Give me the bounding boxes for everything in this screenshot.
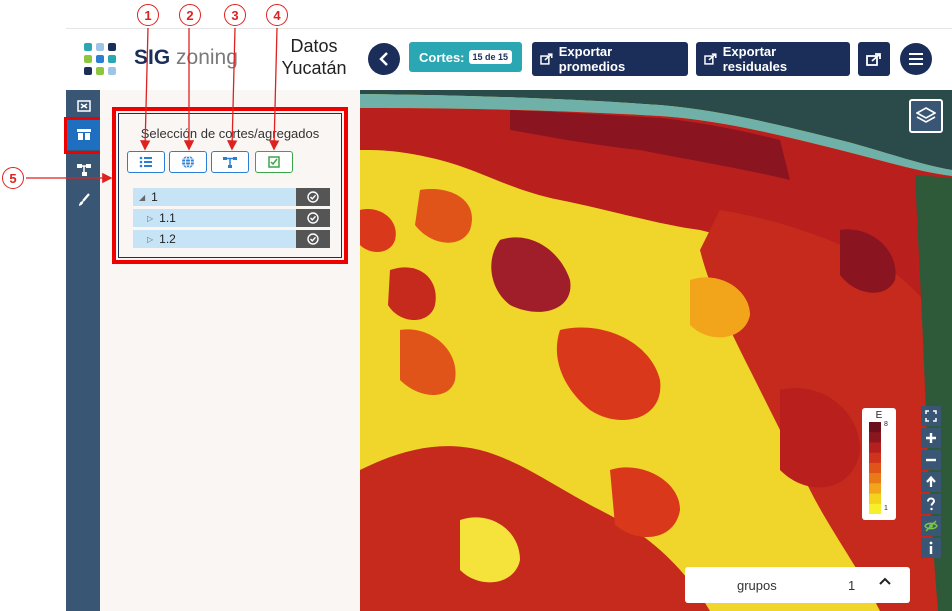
panel-title: Selección de cortes/agregados (140, 126, 320, 141)
back-button[interactable] (368, 43, 400, 75)
hamburger-menu-icon (909, 53, 923, 65)
export-residuals-button[interactable]: Exportar residuales (696, 42, 850, 76)
layers-button[interactable] (909, 99, 943, 133)
callout-1: 1 (137, 4, 159, 26)
groups-label: grupos (737, 578, 777, 593)
tree-label: 1.1 (159, 211, 176, 225)
logo-text: SIG zoning (134, 46, 238, 70)
zoom-in-icon (926, 433, 936, 443)
callout-4: 4 (266, 4, 288, 26)
export-icon (540, 53, 553, 65)
map-frame-icon[interactable] (74, 96, 94, 116)
legend-swatch (869, 432, 881, 443)
share-icon (866, 53, 881, 66)
tree-check-button[interactable] (296, 188, 330, 206)
legend-swatch (869, 442, 881, 454)
top-header: SIG zoning Datos Yucatán Cortes: 15 de 1… (66, 28, 952, 90)
info-button[interactable] (921, 538, 941, 558)
tree-check-button[interactable] (296, 230, 330, 248)
legend-min: 1 (884, 505, 888, 512)
callout-2: 2 (179, 4, 201, 26)
select-all-button[interactable] (255, 151, 293, 173)
tree-row[interactable]: ◢ 1 (133, 188, 330, 206)
check-circle-icon (307, 233, 319, 245)
title-line-1: Datos (290, 36, 338, 56)
export-averages-button[interactable]: Exportar promedios (532, 42, 688, 76)
arrow-up-icon (926, 476, 936, 487)
checkbox-icon (268, 156, 280, 168)
choropleth-map (360, 90, 952, 611)
cortes-badge: 15 de 15 (468, 50, 513, 64)
logo-suffix: zoning (176, 46, 238, 69)
groups-count: 1 (848, 578, 856, 593)
legend-swatch (869, 503, 881, 514)
share-button[interactable] (858, 42, 890, 76)
info-icon (929, 541, 933, 554)
logo-prefix: SIG (134, 46, 171, 69)
hierarchy-icon[interactable] (74, 160, 94, 180)
tool-sidebar (64, 90, 103, 611)
legend-swatch (869, 493, 881, 505)
page-title: Datos Yucatán (274, 35, 354, 79)
list-icon (139, 156, 152, 168)
legend-title: E (875, 410, 883, 421)
fullscreen-icon (925, 410, 937, 422)
panel-highlight-box: Selección de cortes/agregados ◢ 1 ▷ 1.1 … (112, 107, 348, 264)
tree-expanded-icon[interactable]: ◢ (139, 193, 145, 202)
help-icon (927, 497, 936, 511)
legend-swatch (869, 473, 881, 484)
export-icon (704, 53, 717, 65)
chevron-up-icon[interactable] (878, 575, 892, 592)
legend-max: 8 (884, 421, 888, 428)
cuts-panel: Selección de cortes/agregados ◢ 1 ▷ 1.1 … (100, 90, 360, 611)
hierarchy-button[interactable] (211, 151, 249, 173)
check-circle-icon (307, 191, 319, 203)
fullscreen-button[interactable] (921, 406, 941, 426)
title-line-2: Yucatán (281, 58, 347, 78)
menu-button[interactable] (900, 43, 932, 75)
cortes-button[interactable]: Cortes: 15 de 15 (409, 42, 522, 72)
sidebar-highlight-box (64, 117, 103, 154)
zoom-out-button[interactable] (921, 450, 941, 470)
hierarchy-icon (223, 156, 237, 168)
zoom-out-icon (926, 458, 936, 462)
chevron-left-icon (379, 52, 388, 66)
cuts-selection-box: Selección de cortes/agregados ◢ 1 ▷ 1.1 … (118, 113, 342, 258)
sigzoning-logo-icon (82, 41, 120, 79)
globe-button[interactable] (169, 151, 207, 173)
move-up-button[interactable] (921, 472, 941, 492)
layers-icon (916, 107, 936, 123)
legend-color-bar (869, 422, 881, 514)
map-view[interactable]: E 8 1 grupos 1 (360, 90, 952, 611)
map-legend: E 8 1 (862, 408, 896, 520)
zoom-in-button[interactable] (921, 428, 941, 448)
legend-swatch (869, 483, 881, 495)
brush-icon[interactable] (74, 190, 94, 210)
list-button[interactable] (127, 151, 165, 173)
callout-5: 5 (2, 167, 24, 189)
tree-check-button[interactable] (296, 209, 330, 227)
legend-swatch (869, 462, 881, 474)
tree-row[interactable]: ▷ 1.2 (133, 230, 330, 248)
tree-collapsed-icon[interactable]: ▷ (147, 214, 153, 223)
tree-row[interactable]: ▷ 1.1 (133, 209, 330, 227)
cortes-label: Cortes: (419, 49, 465, 65)
eye-off-icon (924, 520, 938, 532)
legend-swatch (869, 452, 881, 464)
app-root: SIG zoning Datos Yucatán Cortes: 15 de 1… (0, 0, 952, 611)
groups-control[interactable]: grupos 1 (685, 567, 910, 603)
help-button[interactable] (921, 494, 941, 514)
tree-label: 1 (151, 190, 158, 204)
globe-icon (182, 155, 194, 169)
check-circle-icon (307, 212, 319, 224)
legend-swatch (869, 422, 881, 433)
tree-label: 1.2 (159, 232, 176, 246)
callout-3: 3 (224, 4, 246, 26)
export-averages-label: Exportar promedios (558, 44, 626, 74)
visibility-toggle-button[interactable] (921, 516, 941, 536)
tree-collapsed-icon[interactable]: ▷ (147, 235, 153, 244)
export-residuals-label: Exportar residuales (722, 44, 788, 74)
